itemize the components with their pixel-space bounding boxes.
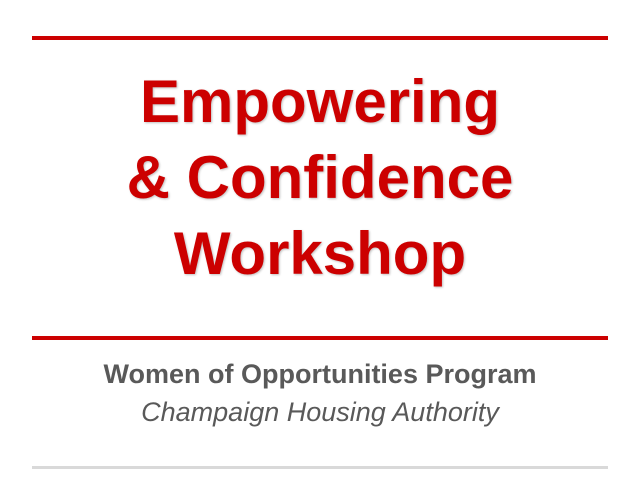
slide: Empowering & Confidence Workshop Women o… [0, 0, 640, 480]
program-subtitle: Women of Opportunities Program [103, 359, 537, 389]
organization-name: Champaign Housing Authority [141, 397, 499, 427]
middle-divider [32, 336, 608, 340]
title-line-3: Workshop [173, 220, 467, 287]
title-line-2: & Confidence [126, 144, 514, 211]
bottom-divider [32, 466, 608, 469]
top-divider [32, 36, 608, 40]
slide-title: Empowering & Confidence Workshop [32, 64, 608, 292]
title-line-1: Empowering [139, 68, 501, 135]
